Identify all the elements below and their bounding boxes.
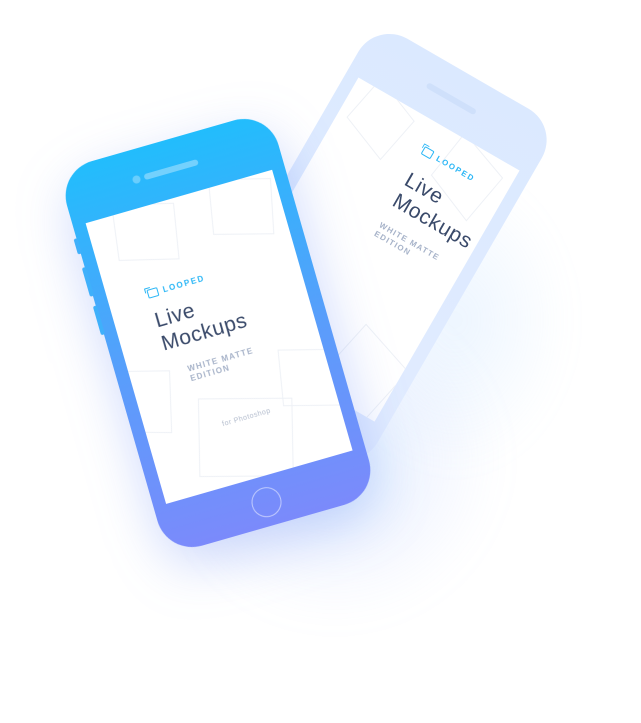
hero-illustration: LOOPED Live Mockups WHITE MATTE EDITION xyxy=(0,0,641,723)
